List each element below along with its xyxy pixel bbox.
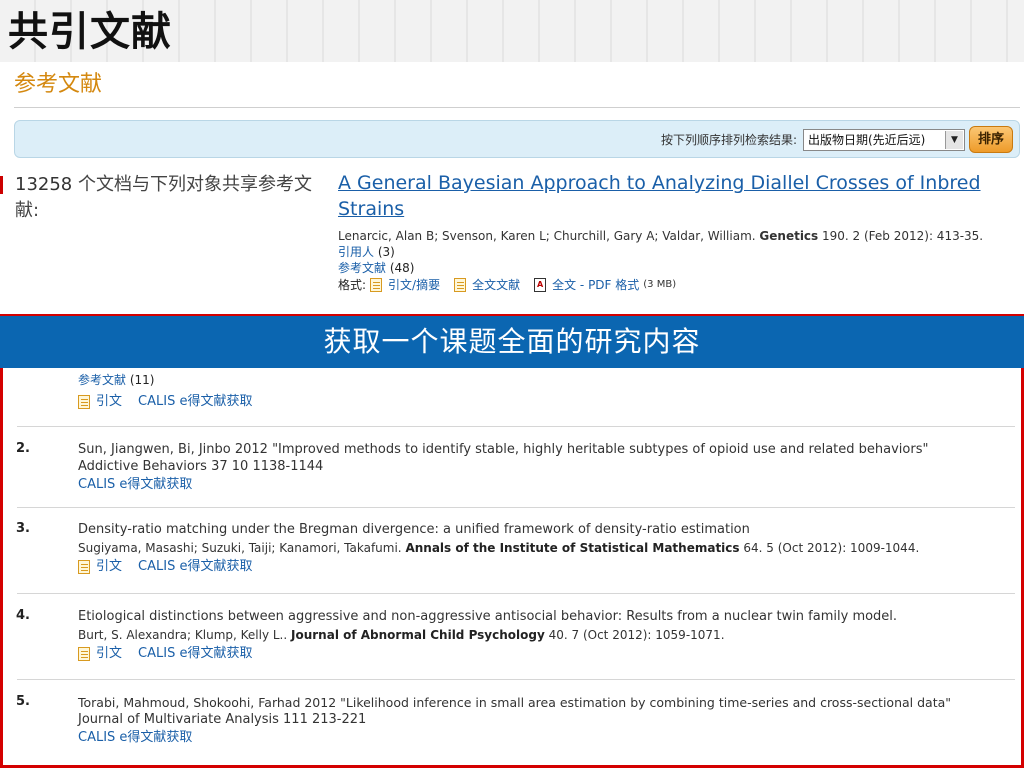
results-panel: 参考文献 按下列顺序排列检索结果: 出版物日期(先近后远) ▼ 排序 13258…	[0, 62, 1024, 314]
list-item-body: 参考文献 (11) 引文 CALIS e得文献获取	[78, 372, 1013, 411]
list-item-index: 4.	[16, 608, 30, 623]
main-article-details: 190. 2 (Feb 2012): 413-35.	[818, 229, 984, 243]
sort-bar: 按下列顺序排列检索结果: 出版物日期(先近后远) ▼ 排序	[14, 120, 1020, 158]
document-icon	[454, 278, 467, 292]
highlight-banner: 获取一个课题全面的研究内容	[0, 314, 1024, 368]
format-row: 格式: 引文/摘要 全文文献 A 全文 - PDF 格式 (3 MB)	[338, 276, 1018, 294]
fulltext-link[interactable]: 全文文献	[472, 276, 520, 294]
section-divider	[14, 107, 1020, 108]
list-item-authors: Sugiyama, Masashi; Suzuki, Taiji; Kanamo…	[78, 541, 402, 555]
list-item-citation: Burt, S. Alexandra; Klump, Kelly L.. Jou…	[78, 627, 1013, 644]
references-row: 参考文献 (11)	[78, 372, 1013, 388]
list-item-journal: Annals of the Institute of Statistical M…	[405, 541, 740, 555]
sort-button[interactable]: 排序	[969, 126, 1013, 153]
item-tools: 引文 CALIS e得文献获取	[78, 392, 1013, 411]
cited-by-count: (3)	[374, 245, 395, 259]
references-count: (48)	[386, 261, 415, 275]
divider	[17, 507, 1015, 508]
list-item-citation: Sugiyama, Masashi; Suzuki, Taiji; Kanamo…	[78, 540, 1013, 557]
calis-link[interactable]: CALIS e得文献获取	[78, 475, 192, 494]
list-item-body: Torabi, Mahmoud, Shokoohi, Farhad 2012 "…	[78, 694, 1013, 747]
item-tools: CALIS e得文献获取	[78, 475, 1013, 494]
slide-header: 共引文献	[0, 0, 1024, 62]
banner-text: 获取一个课题全面的研究内容	[323, 325, 701, 358]
document-icon	[78, 646, 90, 661]
section-title: 参考文献	[14, 72, 103, 97]
list-item-body: Etiological distinctions between aggress…	[78, 608, 1013, 663]
list-item-citation: Torabi, Mahmoud, Shokoohi, Farhad 2012 "…	[78, 695, 952, 710]
list-item-source: Journal of Multivariate Analysis 111 213…	[78, 712, 367, 727]
list-item-journal: Journal of Abnormal Child Psychology	[291, 628, 545, 642]
main-article: A General Bayesian Approach to Analyzing…	[338, 170, 1018, 294]
divider	[17, 426, 1015, 427]
main-article-authors: Lenarcic, Alan B; Svenson, Karen L; Chur…	[338, 229, 756, 243]
calis-link[interactable]: CALIS e得文献获取	[138, 557, 252, 576]
pdf-icon: A	[534, 278, 547, 292]
slide-title: 共引文献	[8, 8, 172, 55]
calis-link[interactable]: CALIS e得文献获取	[78, 728, 192, 747]
sort-order-select[interactable]: 出版物日期(先近后远) ▼	[803, 129, 965, 151]
calis-link[interactable]: CALIS e得文献获取	[138, 392, 252, 411]
cocited-results-list: 参考文献 (11) 引文 CALIS e得文献获取 2. Sun, Jiangw…	[0, 368, 1024, 768]
cited-by-row: 引用人 (3)	[338, 244, 1018, 260]
fulltext-pdf-link[interactable]: 全文 - PDF 格式	[552, 276, 639, 294]
list-item-index: 5.	[16, 694, 30, 709]
divider	[17, 679, 1015, 680]
sort-label: 按下列顺序排列检索结果:	[660, 133, 797, 147]
list-item-index: 3.	[16, 521, 30, 536]
divider	[17, 593, 1015, 594]
cite-link[interactable]: 引文	[96, 644, 122, 663]
references-row: 参考文献 (48)	[338, 260, 1018, 276]
cite-link[interactable]: 引文	[96, 392, 122, 411]
item-tools: CALIS e得文献获取	[78, 728, 1013, 747]
list-item-authors: Burt, S. Alexandra; Klump, Kelly L..	[78, 628, 288, 642]
list-item-title: Etiological distinctions between aggress…	[78, 609, 898, 624]
item-tools: 引文 CALIS e得文献获取	[78, 557, 1013, 576]
list-item-index: 2.	[16, 441, 30, 456]
cited-by-link[interactable]: 引用人	[338, 245, 374, 259]
references-link[interactable]: 参考文献	[338, 261, 386, 275]
document-icon	[78, 559, 90, 574]
list-item-citation: Sun, Jiangwen, Bi, Jinbo 2012 "Improved …	[78, 442, 929, 457]
list-item-body: Sun, Jiangwen, Bi, Jinbo 2012 "Improved …	[78, 441, 1013, 494]
list-item-title: Density-ratio matching under the Bregman…	[78, 522, 750, 537]
chevron-down-icon[interactable]: ▼	[945, 131, 963, 149]
main-article-title-link[interactable]: A General Bayesian Approach to Analyzing…	[338, 170, 1018, 222]
list-item-details: 64. 5 (Oct 2012): 1009-1044.	[739, 541, 920, 555]
list-item-body: Density-ratio matching under the Bregman…	[78, 521, 1013, 576]
document-icon	[370, 278, 383, 292]
list-item-source: Addictive Behaviors 37 10 1138-1144	[78, 459, 324, 474]
references-count: (11)	[126, 373, 155, 387]
calis-link[interactable]: CALIS e得文献获取	[138, 644, 252, 663]
cocite-count: 13258	[15, 174, 73, 195]
main-article-journal: Genetics	[759, 229, 819, 243]
citation-abstract-link[interactable]: 引文/摘要	[388, 276, 440, 294]
sort-selected-value: 出版物日期(先近后远)	[808, 133, 926, 147]
document-icon	[78, 394, 90, 409]
marker-bar	[0, 176, 3, 194]
list-item-details: 40. 7 (Oct 2012): 1059-1071.	[544, 628, 725, 642]
references-link[interactable]: 参考文献	[78, 373, 126, 387]
cocite-summary: 13258 个文档与下列对象共享参考文献:	[15, 172, 333, 224]
item-tools: 引文 CALIS e得文献获取	[78, 644, 1013, 663]
main-article-citation: Lenarcic, Alan B; Svenson, Karen L; Chur…	[338, 228, 1018, 244]
cite-link[interactable]: 引文	[96, 557, 122, 576]
format-label: 格式:	[338, 278, 367, 292]
pdf-size: (3 MB)	[643, 279, 677, 290]
